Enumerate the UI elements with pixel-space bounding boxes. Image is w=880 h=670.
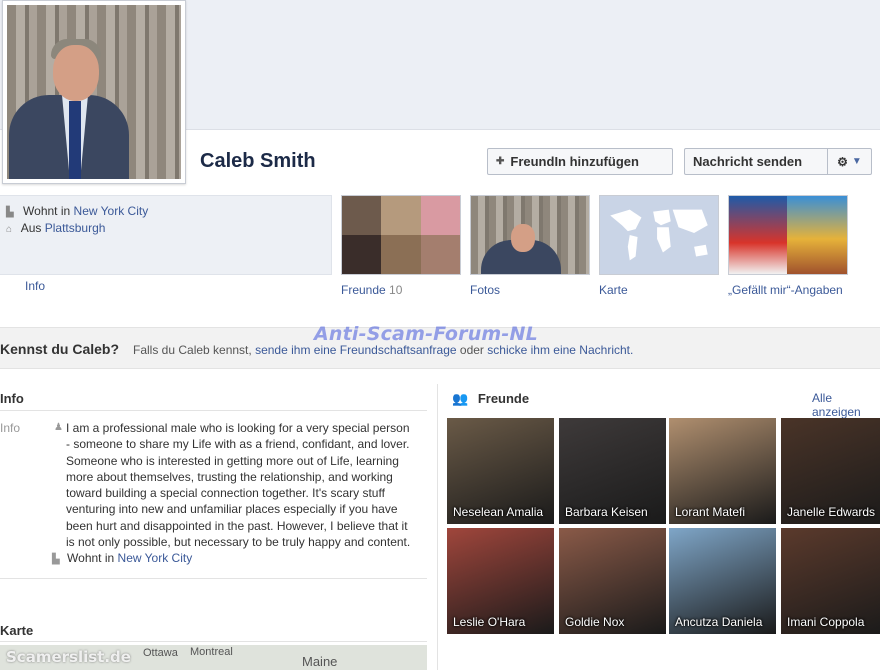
friends-title-text: Freunde: [477, 391, 530, 406]
map-state-maine: Maine: [302, 654, 338, 669]
map-tile-label[interactable]: Karte: [599, 283, 628, 297]
map-city-ottawa: Ottawa: [143, 647, 178, 659]
send-message-label: Nachricht senden: [693, 154, 803, 169]
friend-card[interactable]: Neselean Amalia: [447, 418, 554, 524]
friend-name[interactable]: Janelle Edwards: [787, 505, 875, 519]
about-lives-city-link[interactable]: New York City: [118, 551, 193, 565]
friend-card[interactable]: Imani Coppola: [781, 528, 880, 634]
map-tile[interactable]: [599, 195, 719, 275]
profile-picture[interactable]: [2, 0, 186, 184]
friend-name[interactable]: Goldie Nox: [565, 615, 624, 629]
divider: [0, 410, 427, 411]
know-question: Kennst du Caleb?: [0, 341, 120, 357]
about-section-title: Info: [0, 391, 24, 406]
chevron-down-icon: ▼: [851, 156, 862, 167]
about-lives-in: ▙ Wohnt in New York City: [52, 551, 192, 565]
divider: [0, 578, 427, 579]
from-prefix: Aus: [20, 221, 42, 235]
friend-card[interactable]: Lorant Matefi: [669, 418, 776, 524]
profile-name[interactable]: Caleb Smith: [200, 150, 316, 173]
send-message-button[interactable]: Nachricht senden: [684, 148, 828, 175]
footer-watermark: Scamerslist.de: [6, 648, 131, 666]
know-text-2: oder: [459, 343, 484, 357]
profile-info-box: ▙ Wohnt in New York City ⌂ Aus Plattsbur…: [0, 195, 332, 275]
friend-name[interactable]: Lorant Matefi: [675, 505, 745, 519]
about-text: I am a professional male who is looking …: [66, 421, 411, 550]
lives-in-row: ▙ Wohnt in New York City: [6, 204, 148, 218]
profile-page: Caleb Smith ✚ FreundIn hinzufügen Nachri…: [0, 0, 880, 670]
profile-photo-image: [7, 5, 181, 179]
friend-card[interactable]: Janelle Edwards: [781, 418, 880, 524]
friends-tile-text: Freunde: [341, 283, 386, 297]
friend-name[interactable]: Leslie O'Hara: [453, 615, 525, 629]
friend-name[interactable]: Barbara Keisen: [565, 505, 648, 519]
friends-count: 10: [389, 283, 403, 297]
add-friend-button[interactable]: ✚ FreundIn hinzufügen: [487, 148, 673, 175]
know-text-1: Falls du Caleb kennst,: [133, 343, 252, 357]
map-city-montreal: Montreal: [190, 646, 233, 658]
map-section-title: Karte: [0, 623, 34, 638]
about-label: Info: [0, 421, 21, 435]
friend-name[interactable]: Ancutza Daniela: [675, 615, 762, 629]
world-map-icon: [610, 209, 708, 261]
send-message-link[interactable]: schicke ihm eine Nachricht.: [487, 343, 633, 357]
info-link[interactable]: Info: [25, 279, 45, 293]
building-icon: ▙: [52, 554, 60, 565]
friends-tile-label[interactable]: Freunde 10: [341, 283, 402, 297]
watermark: Anti-Scam-Forum-NL: [314, 323, 538, 345]
add-friend-icon: ✚: [496, 156, 505, 167]
divider: [0, 641, 427, 642]
friend-card[interactable]: Barbara Keisen: [559, 418, 666, 524]
person-icon: ♟: [54, 422, 63, 433]
friends-icon: 👥: [452, 391, 469, 406]
from-row: ⌂ Aus Plattsburgh: [6, 221, 105, 235]
friend-card[interactable]: Ancutza Daniela: [669, 528, 776, 634]
about-lives-prefix: Wohnt in: [67, 551, 115, 565]
show-all-friends-link[interactable]: Alle anzeigen: [812, 391, 880, 419]
friend-name[interactable]: Neselean Amalia: [453, 505, 543, 519]
column-divider: [437, 384, 438, 670]
send-friend-request-link[interactable]: sende ihm eine Freundschaftsanfrage: [255, 343, 456, 357]
lives-in-prefix: Wohnt in: [23, 204, 71, 218]
friends-tile[interactable]: [341, 195, 461, 275]
gear-icon: ⚙: [837, 154, 848, 169]
home-icon: ⌂: [6, 224, 13, 235]
friend-card[interactable]: Goldie Nox: [559, 528, 666, 634]
friends-section-title: 👥 Freunde: [452, 391, 529, 407]
photos-tile[interactable]: [470, 195, 590, 275]
friend-card[interactable]: Leslie O'Hara: [447, 528, 554, 634]
from-link[interactable]: Plattsburgh: [45, 221, 106, 235]
add-friend-label: FreundIn hinzufügen: [510, 154, 639, 169]
settings-dropdown-button[interactable]: ⚙ ▼: [827, 148, 872, 175]
photos-tile-label[interactable]: Fotos: [470, 283, 500, 297]
friend-name[interactable]: Imani Coppola: [787, 615, 864, 629]
likes-tile[interactable]: [728, 195, 848, 275]
lives-in-link[interactable]: New York City: [74, 204, 149, 218]
building-icon: ▙: [6, 207, 14, 218]
likes-tile-label[interactable]: „Gefällt mir“-Angaben: [728, 283, 843, 297]
know-text: Falls du Caleb kennst, sende ihm eine Fr…: [133, 343, 633, 357]
